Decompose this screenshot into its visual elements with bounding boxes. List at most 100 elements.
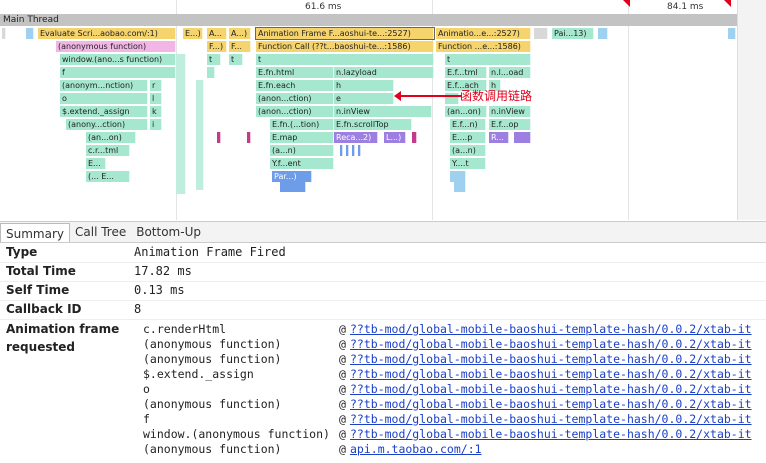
flame-frame[interactable]: t bbox=[256, 54, 434, 65]
flame-frame[interactable] bbox=[346, 145, 349, 156]
flame-frame-inview[interactable]: n.inView bbox=[334, 106, 432, 117]
frame-marker-icon[interactable] bbox=[623, 0, 630, 7]
flame-frame-lazyload[interactable]: n.lazyload bbox=[334, 67, 434, 78]
flame-frame-parse[interactable]: Par...) bbox=[272, 171, 312, 182]
at-symbol: @ bbox=[339, 322, 346, 336]
flame-frame-efn-html[interactable]: E.fn.html bbox=[256, 67, 334, 78]
stack-source-link[interactable]: ??tb-mod/global-mobile-baoshui-template-… bbox=[350, 367, 752, 382]
flame-frame[interactable]: E....p bbox=[450, 132, 486, 143]
flame-frame[interactable] bbox=[598, 28, 608, 39]
flame-frame[interactable]: (anonym...nction) bbox=[60, 80, 148, 91]
flame-frame[interactable]: n.inView bbox=[489, 106, 531, 117]
flame-frame-evaluate-script[interactable]: Evaluate Scri...aobao.com/:1) bbox=[38, 28, 176, 39]
stack-source-link[interactable]: ??tb-mod/global-mobile-baoshui-template-… bbox=[350, 322, 752, 337]
self-time-value: 0.13 ms bbox=[134, 283, 185, 297]
tab-bottom-up[interactable]: Bottom-Up bbox=[131, 222, 206, 242]
flame-frame[interactable]: c.r...tml bbox=[86, 145, 130, 156]
flame-frame-function-call-2[interactable]: Function ...e...:1586) bbox=[436, 41, 531, 52]
flame-frame[interactable] bbox=[2, 28, 6, 39]
flame-frame[interactable] bbox=[728, 28, 736, 39]
callback-id-value: 8 bbox=[134, 302, 142, 316]
call-stack-row: (anonymous function) @ ??tb-mod/global-mob… bbox=[0, 352, 766, 367]
flame-frame[interactable] bbox=[358, 145, 361, 156]
stack-source-link[interactable]: ??tb-mod/global-mobile-baoshui-template-… bbox=[350, 382, 752, 397]
flame-frame[interactable]: $.extend._assign bbox=[60, 106, 148, 117]
flame-frame[interactable] bbox=[412, 132, 417, 143]
flame-frame[interactable]: window.(ano...s function) bbox=[60, 54, 176, 65]
flame-frame[interactable]: A...) bbox=[229, 28, 251, 39]
frame-marker-icon[interactable] bbox=[724, 0, 731, 7]
stack-source-link[interactable]: api.m.taobao.com/:1 bbox=[350, 442, 482, 457]
flame-frame[interactable]: (an...on) bbox=[445, 106, 487, 117]
flame-frame[interactable]: r bbox=[150, 80, 162, 91]
flame-frame[interactable] bbox=[514, 132, 531, 143]
flame-frame[interactable]: f bbox=[60, 67, 176, 78]
flame-frame[interactable] bbox=[176, 54, 186, 194]
flame-frame-animation-frame[interactable]: Animation Frame F...aoshui-te...:2527) bbox=[255, 27, 435, 40]
flame-frame[interactable]: n.l...oad bbox=[489, 67, 531, 78]
flame-frame[interactable]: (a...n) bbox=[450, 145, 486, 156]
tab-summary[interactable]: Summary bbox=[0, 223, 70, 242]
flame-frame[interactable]: R... bbox=[489, 132, 509, 143]
flame-frame[interactable]: (an...on) bbox=[86, 132, 136, 143]
flame-frame[interactable]: F...) bbox=[207, 41, 227, 52]
flame-frame[interactable]: (... E... bbox=[86, 171, 130, 182]
flame-frame[interactable]: t bbox=[445, 54, 531, 65]
flame-frame[interactable] bbox=[454, 182, 466, 192]
flame-frame[interactable]: Y....t bbox=[450, 158, 486, 169]
flame-frame[interactable]: F... bbox=[229, 41, 251, 52]
tab-call-tree[interactable]: Call Tree bbox=[70, 222, 131, 242]
stack-source-link[interactable]: ??tb-mod/global-mobile-baoshui-template-… bbox=[350, 352, 752, 367]
flame-frame[interactable]: Y.f...ent bbox=[270, 158, 334, 169]
flame-frame[interactable]: (anon...ction) bbox=[256, 93, 334, 104]
flame-chart[interactable]: 61.6 ms 84.1 ms Main Thread Evaluate Scr… bbox=[0, 0, 766, 220]
flame-frame[interactable] bbox=[534, 28, 548, 39]
flame-frame[interactable] bbox=[247, 132, 251, 143]
stack-source-link[interactable]: ??tb-mod/global-mobile-baoshui-template-… bbox=[350, 337, 752, 352]
flame-frame-paint[interactable]: Pai...13) bbox=[552, 28, 594, 39]
flame-frame[interactable] bbox=[352, 145, 355, 156]
flame-frame-recalc[interactable]: Reca...2) bbox=[334, 132, 378, 143]
flame-frame[interactable]: (anony...ction) bbox=[66, 119, 148, 130]
flame-frame-layout[interactable]: L...) bbox=[384, 132, 406, 143]
flame-frame[interactable]: h bbox=[334, 80, 394, 91]
summary-row-type: Type Animation Frame Fired bbox=[0, 243, 766, 263]
flame-frame[interactable]: l bbox=[150, 93, 162, 104]
flame-frame[interactable] bbox=[340, 145, 343, 156]
flame-frame[interactable]: t bbox=[207, 54, 221, 65]
flame-chart-scrollbar[interactable] bbox=[737, 0, 766, 220]
flame-frame[interactable]: t bbox=[229, 54, 243, 65]
at-symbol: @ bbox=[339, 412, 346, 426]
flame-frame[interactable] bbox=[450, 171, 466, 182]
flame-frame-emap[interactable]: E.map bbox=[270, 132, 334, 143]
flame-frame[interactable]: k bbox=[150, 106, 162, 117]
main-thread-header[interactable]: Main Thread bbox=[0, 14, 737, 26]
flame-frame[interactable] bbox=[207, 67, 215, 78]
flame-frame[interactable]: e bbox=[334, 93, 394, 104]
flame-frame[interactable] bbox=[196, 80, 204, 190]
flame-frame[interactable]: E.f...tml bbox=[445, 67, 487, 78]
flame-frame[interactable]: E.f...op bbox=[489, 119, 531, 130]
stack-source-link[interactable]: ??tb-mod/global-mobile-baoshui-template-… bbox=[350, 397, 752, 412]
flame-frame[interactable] bbox=[217, 132, 221, 143]
stack-source-link[interactable]: ??tb-mod/global-mobile-baoshui-template-… bbox=[350, 427, 752, 442]
flame-frame[interactable] bbox=[280, 182, 306, 192]
total-time-value: 17.82 ms bbox=[134, 264, 192, 278]
flame-frame[interactable]: A... bbox=[207, 28, 227, 39]
flame-frame-animation-frame-2[interactable]: Animatio...e...:2527) bbox=[436, 28, 531, 39]
flame-frame-efn-each[interactable]: E.fn.each bbox=[256, 80, 334, 91]
flame-frame[interactable]: (a...n) bbox=[270, 145, 334, 156]
flame-frame[interactable]: E.fn.(...tion) bbox=[270, 119, 334, 130]
time-ruler[interactable]: 61.6 ms 84.1 ms bbox=[0, 0, 766, 15]
flame-frame[interactable]: E... bbox=[86, 158, 106, 169]
flame-frame[interactable]: E...) bbox=[183, 28, 203, 39]
flame-frame[interactable]: E.f...n) bbox=[450, 119, 486, 130]
flame-frame-anonymous[interactable]: (anonymous function) bbox=[56, 41, 176, 52]
stack-source-link[interactable]: ??tb-mod/global-mobile-baoshui-template-… bbox=[350, 412, 752, 427]
flame-frame[interactable]: o bbox=[60, 93, 148, 104]
flame-frame[interactable]: i bbox=[150, 119, 162, 130]
flame-frame-scrolltop[interactable]: E.fn.scrollTop bbox=[334, 119, 412, 130]
flame-frame-function-call[interactable]: Function Call (??t...baoshui-te...:1586) bbox=[256, 41, 434, 52]
flame-frame[interactable]: (anon...ction) bbox=[256, 106, 334, 117]
flame-frame[interactable] bbox=[26, 28, 34, 39]
